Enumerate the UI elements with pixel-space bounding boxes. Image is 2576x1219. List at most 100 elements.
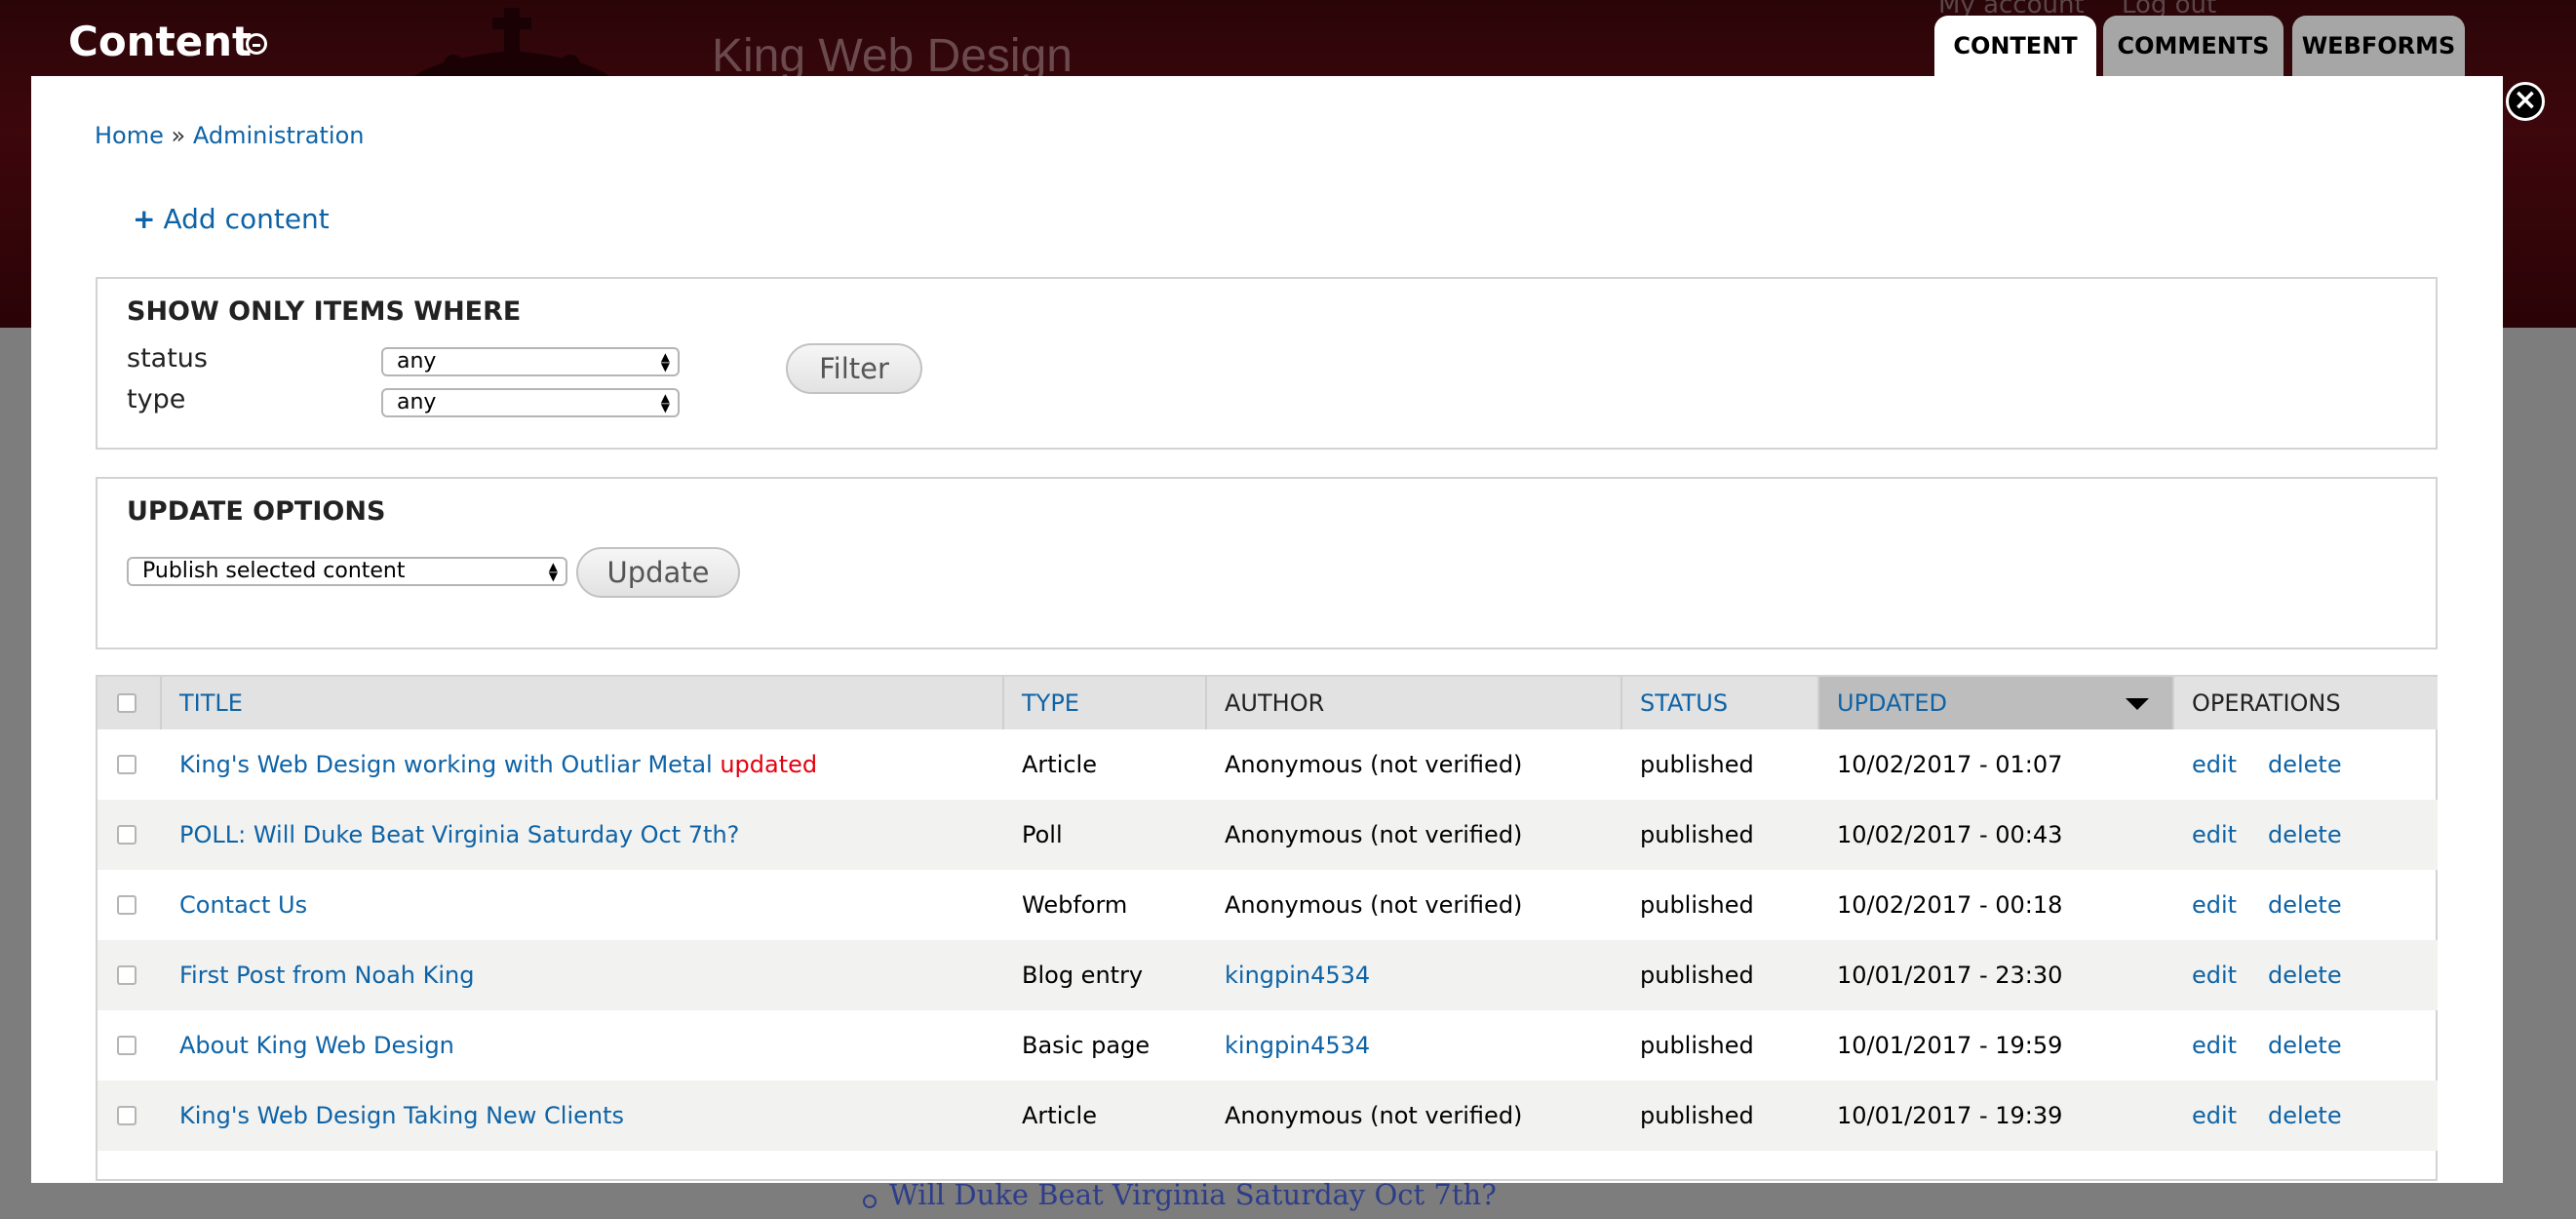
status-select[interactable]: any ▲ ▼ — [381, 347, 680, 376]
update-button[interactable]: Update — [576, 547, 740, 598]
content-table: TITLE TYPE AUTHOR STATUS UPDATED OPERATI… — [96, 675, 2438, 1181]
row-title-link[interactable]: King's Web Design working with Outliar M… — [179, 751, 713, 778]
row-title-link[interactable]: First Post from Noah King — [179, 962, 475, 989]
column-header-updated-label: UPDATED — [1837, 689, 1947, 717]
row-edit-link[interactable]: edit — [2192, 800, 2237, 870]
row-delete-link[interactable]: delete — [2268, 729, 2342, 800]
sort-descending-icon — [2126, 698, 2149, 710]
status-select-value: any — [397, 349, 437, 374]
type-select-value: any — [397, 390, 437, 414]
row-author[interactable]: kingpin4534 — [1225, 940, 1370, 1010]
table-row: About King Web Design Basic page kingpin45… — [98, 1010, 2438, 1081]
row-checkbox[interactable] — [117, 755, 137, 774]
breadcrumb-home[interactable]: Home — [95, 122, 164, 149]
tab-webforms[interactable]: WEBFORMS — [2292, 16, 2465, 76]
row-title-link[interactable]: King's Web Design Taking New Clients — [179, 1102, 624, 1129]
row-status: published — [1640, 751, 1754, 778]
remove-shortcut-icon[interactable] — [246, 33, 267, 55]
row-updated: 10/02/2017 - 01:07 — [1837, 751, 2063, 778]
row-status: published — [1640, 962, 1754, 989]
row-updated: 10/01/2017 - 19:39 — [1837, 1102, 2063, 1129]
breadcrumb-administration[interactable]: Administration — [193, 122, 365, 149]
breadcrumb: Home » Administration — [95, 122, 364, 149]
add-content-link[interactable]: + Add content — [133, 203, 330, 235]
row-checkbox[interactable] — [117, 1036, 137, 1055]
update-options-heading: UPDATE OPTIONS — [127, 496, 386, 527]
row-updated: 10/02/2017 - 00:18 — [1837, 891, 2063, 919]
site-logo-crown — [414, 8, 609, 76]
table-row: King's Web Design Taking New Clients Arti… — [98, 1081, 2438, 1151]
column-header-status[interactable]: STATUS — [1622, 677, 1819, 729]
row-edit-link[interactable]: edit — [2192, 1010, 2237, 1081]
table-row: King's Web Design working with Outliar M… — [98, 729, 2438, 800]
row-title-link[interactable]: About King Web Design — [179, 1032, 454, 1059]
row-title-link[interactable]: POLL: Will Duke Beat Virginia Saturday O… — [179, 821, 739, 848]
column-header-title[interactable]: TITLE — [162, 677, 1004, 729]
table-header: TITLE TYPE AUTHOR STATUS UPDATED OPERATI… — [98, 677, 2438, 729]
column-header-operations: OPERATIONS — [2192, 689, 2341, 717]
row-edit-link[interactable]: edit — [2192, 729, 2237, 800]
row-delete-link[interactable]: delete — [2268, 1081, 2342, 1151]
type-select[interactable]: any ▲ ▼ — [381, 388, 680, 417]
filter-fieldset: SHOW ONLY ITEMS WHERE status any ▲ ▼ type… — [96, 277, 2438, 450]
row-author: Anonymous (not verified) — [1225, 751, 1523, 778]
row-type: Webform — [1022, 891, 1128, 919]
site-name: King Web Design — [712, 30, 1073, 82]
select-all-cell — [98, 677, 162, 729]
column-header-type[interactable]: TYPE — [1004, 677, 1207, 729]
row-type: Article — [1022, 751, 1097, 778]
overlay-panel: Home » Administration + Add content SHOW … — [31, 76, 2503, 1183]
add-content-label: Add content — [163, 203, 330, 235]
status-label: status — [127, 343, 208, 374]
row-type: Article — [1022, 1102, 1097, 1129]
column-header-author: AUTHOR — [1207, 677, 1622, 729]
row-checkbox[interactable] — [117, 825, 137, 845]
row-type: Poll — [1022, 821, 1063, 848]
filter-button[interactable]: Filter — [786, 343, 922, 394]
row-status: published — [1640, 1032, 1754, 1059]
plus-icon: + — [133, 203, 156, 235]
breadcrumb-separator: » — [171, 122, 186, 149]
row-status: published — [1640, 891, 1754, 919]
row-delete-link[interactable]: delete — [2268, 1010, 2342, 1081]
row-author: Anonymous (not verified) — [1225, 891, 1523, 919]
row-edit-link[interactable]: edit — [2192, 1081, 2237, 1151]
select-arrows-icon: ▲ ▼ — [660, 350, 670, 374]
row-author: Anonymous (not verified) — [1225, 821, 1523, 848]
table-row: Contact Us Webform Anonymous (not verified… — [98, 870, 2438, 940]
column-header-updated[interactable]: UPDATED — [1819, 677, 2174, 729]
table-row: POLL: Will Duke Beat Virginia Saturday O… — [98, 800, 2438, 870]
page-title: Content — [68, 18, 253, 65]
operation-select[interactable]: Publish selected content ▲ ▼ — [127, 557, 567, 586]
row-type: Basic page — [1022, 1032, 1151, 1059]
close-overlay-button[interactable]: × — [2506, 82, 2545, 121]
row-author[interactable]: kingpin4534 — [1225, 1010, 1370, 1081]
operation-select-value: Publish selected content — [142, 559, 406, 583]
row-edit-link[interactable]: edit — [2192, 940, 2237, 1010]
tab-content[interactable]: CONTENT — [1934, 16, 2096, 76]
bullet-icon — [863, 1195, 877, 1208]
row-title-link[interactable]: Contact Us — [179, 891, 307, 919]
row-type: Blog entry — [1022, 962, 1144, 989]
row-delete-link[interactable]: delete — [2268, 800, 2342, 870]
select-arrows-icon: ▲ ▼ — [548, 560, 558, 583]
filter-heading: SHOW ONLY ITEMS WHERE — [127, 296, 522, 327]
row-author: Anonymous (not verified) — [1225, 1102, 1523, 1129]
type-label: type — [127, 384, 186, 414]
row-checkbox[interactable] — [117, 965, 137, 985]
row-updated-marker: updated — [720, 751, 818, 778]
select-arrows-icon: ▲ ▼ — [660, 391, 670, 414]
row-status: published — [1640, 1102, 1754, 1129]
row-checkbox[interactable] — [117, 1106, 137, 1125]
row-updated: 10/01/2017 - 23:30 — [1837, 962, 2063, 989]
row-updated: 10/01/2017 - 19:59 — [1837, 1032, 2063, 1059]
row-delete-link[interactable]: delete — [2268, 870, 2342, 940]
row-delete-link[interactable]: delete — [2268, 940, 2342, 1010]
row-checkbox[interactable] — [117, 895, 137, 915]
row-updated: 10/02/2017 - 00:43 — [1837, 821, 2063, 848]
table-row: First Post from Noah King Blog entry kingp… — [98, 940, 2438, 1010]
select-all-checkbox[interactable] — [117, 693, 137, 713]
tab-comments[interactable]: COMMENTS — [2103, 16, 2283, 76]
background-poll-link[interactable]: Will Duke Beat Virginia Saturday Oct 7th… — [889, 1178, 1497, 1211]
row-edit-link[interactable]: edit — [2192, 870, 2237, 940]
